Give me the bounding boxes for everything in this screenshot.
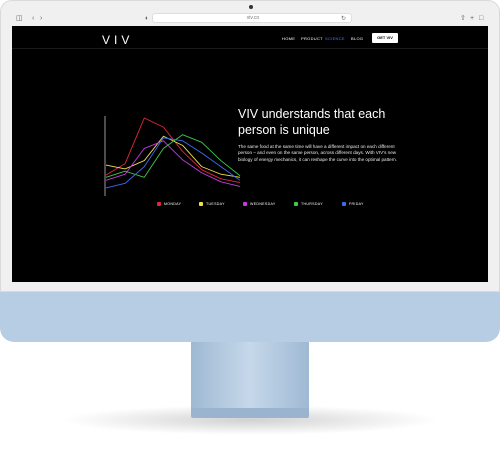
legend-swatch	[342, 202, 346, 206]
chevron-left-icon[interactable]: ‹	[32, 14, 34, 24]
series-line-wednesday	[105, 140, 241, 187]
get-viv-button[interactable]: GET VIV	[372, 33, 398, 43]
series-line-thursday	[105, 134, 241, 178]
tabs-icon[interactable]: □	[479, 14, 483, 24]
plus-icon[interactable]: +	[470, 14, 474, 24]
energy-curve-chart	[104, 116, 241, 196]
legend-label: WEDNESDAY	[250, 202, 276, 206]
nav-item-product[interactable]: PRODUCT	[301, 36, 323, 41]
browser-toolbar: ◫ ‹ › ◐ viv.co ↻ ⇧ + □	[12, 12, 488, 26]
shield-icon[interactable]: ◐	[145, 14, 149, 24]
hero-headline: VIV understands that each person is uniq…	[238, 107, 386, 137]
legend-swatch	[243, 202, 247, 206]
nav-item-home[interactable]: HOME	[282, 36, 295, 41]
legend-swatch	[157, 202, 161, 206]
chart-legend: MONDAY TUESDAY WEDNESDAY THURSDAY FRIDAY	[157, 200, 387, 208]
sidebar-icon[interactable]: ◫	[16, 14, 23, 24]
legend-swatch	[294, 202, 298, 206]
legend-swatch	[199, 202, 203, 206]
legend-label: TUESDAY	[206, 202, 225, 206]
site-logo[interactable]: VIV	[102, 33, 133, 47]
monitor-chin	[0, 292, 500, 342]
series-line-friday	[105, 137, 241, 189]
hero-body: The same food at the same time will have…	[238, 144, 398, 162]
address-bar[interactable]: viv.co ↻	[152, 13, 352, 23]
camera-icon	[249, 5, 253, 9]
nav-item-blog[interactable]: BLOG	[351, 36, 363, 41]
monitor-foot	[191, 408, 309, 418]
chevron-right-icon[interactable]: ›	[40, 14, 42, 24]
monitor-stand	[191, 342, 309, 412]
legend-label: FRIDAY	[349, 202, 364, 206]
nav-item-science[interactable]: SCIENCE	[325, 36, 345, 41]
web-viewport: VIV HOME PRODUCT SCIENCE BLOG GET VIV VI…	[12, 26, 488, 282]
reload-icon[interactable]: ↻	[341, 14, 346, 24]
share-icon[interactable]: ⇧	[460, 14, 466, 24]
legend-label: MONDAY	[164, 202, 182, 206]
legend-label: THURSDAY	[301, 202, 323, 206]
header-divider	[12, 48, 488, 49]
address-text: viv.co	[246, 15, 260, 21]
